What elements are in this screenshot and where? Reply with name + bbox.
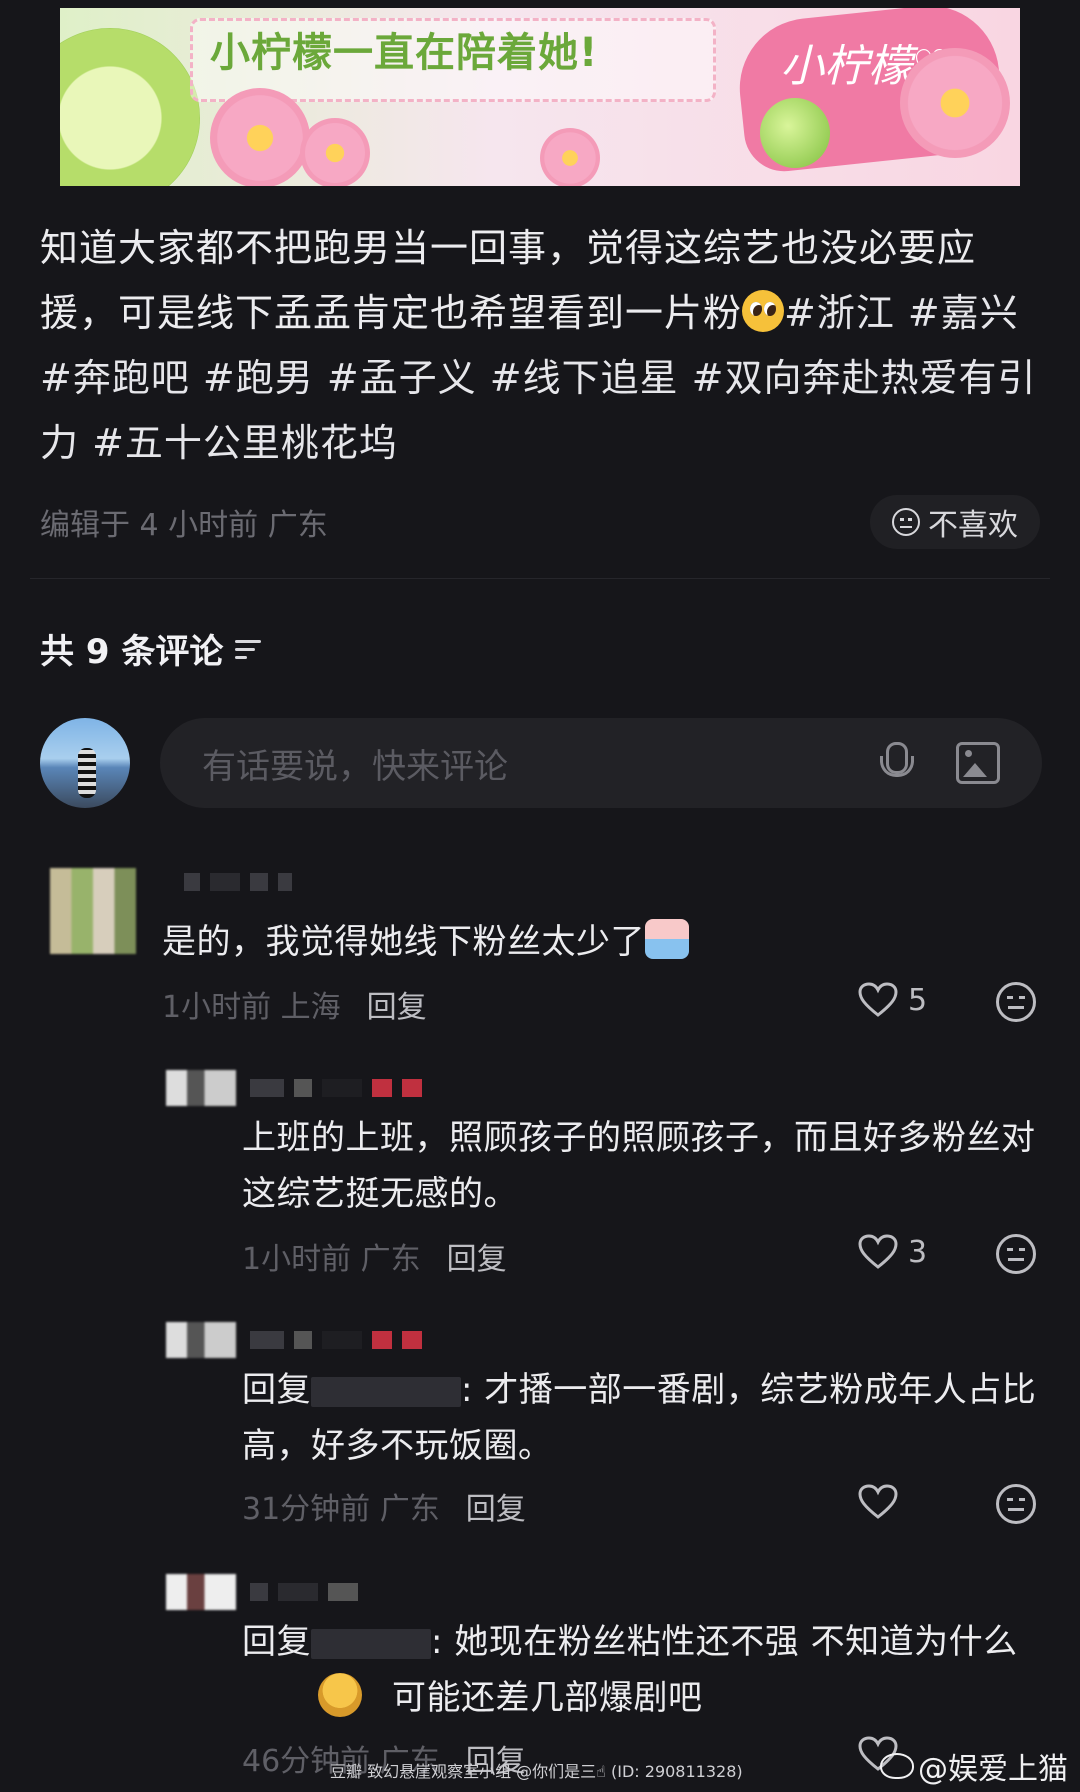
post-body: 知道大家都不把跑男当一回事，觉得这综艺也没必要应援，可是线下孟孟肯定也希望看到一…	[40, 216, 1040, 476]
weibo-logo-icon	[880, 1753, 914, 1779]
comment-text: 回复 : 她现在粉丝粘性还不强 不知道为什么可能还差几部爆剧吧	[242, 1614, 1042, 1726]
comment-time: 1小时前 上海	[162, 990, 341, 1025]
comment-count-header: 共 9 条评论	[40, 624, 263, 673]
banner-title: 小柠檬一直在陪着她!	[210, 30, 599, 76]
comment-text: 上班的上班，照顾孩子的照顾孩子，而且好多粉丝对这综艺挺无感的。	[242, 1118, 1036, 1214]
comment-count-label: 共 9 条评论	[40, 632, 224, 672]
pleading-face-emoji-icon	[742, 290, 785, 332]
like-button[interactable]	[858, 1484, 908, 1520]
reaction-face-icon[interactable]	[996, 1234, 1036, 1274]
comment-meta: 1小时前 广东 回复	[242, 1234, 507, 1278]
commenter-name-redacted[interactable]	[184, 868, 292, 896]
comment-text-content: 是的，我觉得她线下粉丝太少了	[162, 922, 645, 962]
redacted-username[interactable]	[311, 1628, 431, 1659]
comment-meta: 1小时前 上海 回复	[162, 982, 427, 1026]
like-button[interactable]: 3	[858, 1234, 927, 1270]
commenter-name-redacted[interactable]	[250, 1074, 422, 1102]
reaction-face-icon[interactable]	[996, 1484, 1036, 1524]
facepalm-emoji-icon	[318, 1673, 362, 1717]
divider	[30, 578, 1050, 579]
lemon-charm-decoration	[760, 98, 830, 168]
flower-decoration	[540, 128, 600, 186]
reply-button[interactable]: 回复	[447, 1234, 507, 1278]
post-banner-image: 小柠檬一直在陪着她! 小柠檬♡	[60, 8, 1020, 186]
heart-icon	[858, 1484, 898, 1520]
comment-time: 31分钟前 广东	[242, 1492, 440, 1527]
commenter-name-redacted[interactable]	[250, 1578, 358, 1606]
commenter-name-redacted[interactable]	[250, 1326, 422, 1354]
neutral-face-icon	[892, 508, 920, 536]
comment-text-content: 可能还差几部爆剧吧	[392, 1678, 703, 1718]
crying-emoji-icon	[645, 919, 689, 959]
comment-text: 是的，我觉得她线下粉丝太少了	[162, 914, 689, 970]
commenter-avatar[interactable]	[166, 1070, 236, 1106]
redacted-username[interactable]	[311, 1376, 461, 1407]
commenter-avatar[interactable]	[166, 1574, 236, 1610]
commenter-avatar[interactable]	[50, 868, 136, 954]
image-icon[interactable]	[956, 742, 1000, 784]
lime-decoration	[60, 28, 200, 186]
flower-decoration	[300, 118, 370, 186]
like-count: 3	[908, 1234, 928, 1270]
post-detail-page: 小柠檬一直在陪着她! 小柠檬♡ 知道大家都不把跑男当一回事，觉得这综艺也没必要应…	[0, 0, 1080, 1792]
comment-time: 1小时前 广东	[242, 1242, 421, 1277]
flower-decoration	[900, 48, 1010, 158]
my-avatar	[40, 718, 130, 808]
microphone-icon[interactable]	[876, 742, 914, 784]
flower-decoration	[210, 88, 310, 186]
like-count: 5	[908, 982, 928, 1018]
comment-meta: 31分钟前 广东 回复	[242, 1484, 526, 1528]
post-meta-row: 编辑于 4 小时前 广东 不喜欢	[40, 495, 1040, 549]
dislike-button[interactable]: 不喜欢	[870, 495, 1040, 549]
douban-watermark: 豆瓣 致幻悬崖观察室小组 @你们是三☝ (ID: 290811328)	[330, 1762, 743, 1781]
like-button[interactable]: 5	[858, 982, 927, 1018]
commenter-avatar[interactable]	[166, 1322, 236, 1358]
comment-text: 回复: 才播一部一番剧，综艺粉成年人占比高，好多不玩饭圈。	[242, 1362, 1042, 1474]
post-edited-time: 编辑于 4 小时前 广东	[40, 508, 328, 543]
comment-text-content: : 她现在粉丝粘性还不强 不知道为什么	[431, 1622, 1018, 1662]
comment-input-placeholder: 有话要说，快来评论	[202, 746, 508, 787]
reply-button[interactable]: 回复	[367, 982, 427, 1026]
heart-icon	[858, 1234, 898, 1270]
reply-prefix: 回复	[242, 1370, 311, 1410]
heart-icon	[858, 982, 898, 1018]
comment-input[interactable]: 有话要说，快来评论	[160, 718, 1042, 808]
reaction-face-icon[interactable]	[996, 982, 1036, 1022]
reply-button[interactable]: 回复	[466, 1484, 526, 1528]
sort-icon[interactable]	[235, 638, 263, 660]
weibo-watermark-text: @娱爱上猫	[918, 1752, 1068, 1787]
dislike-label: 不喜欢	[928, 508, 1018, 543]
reply-prefix: 回复	[242, 1622, 311, 1662]
weibo-watermark: @娱爱上猫	[880, 1744, 1068, 1788]
